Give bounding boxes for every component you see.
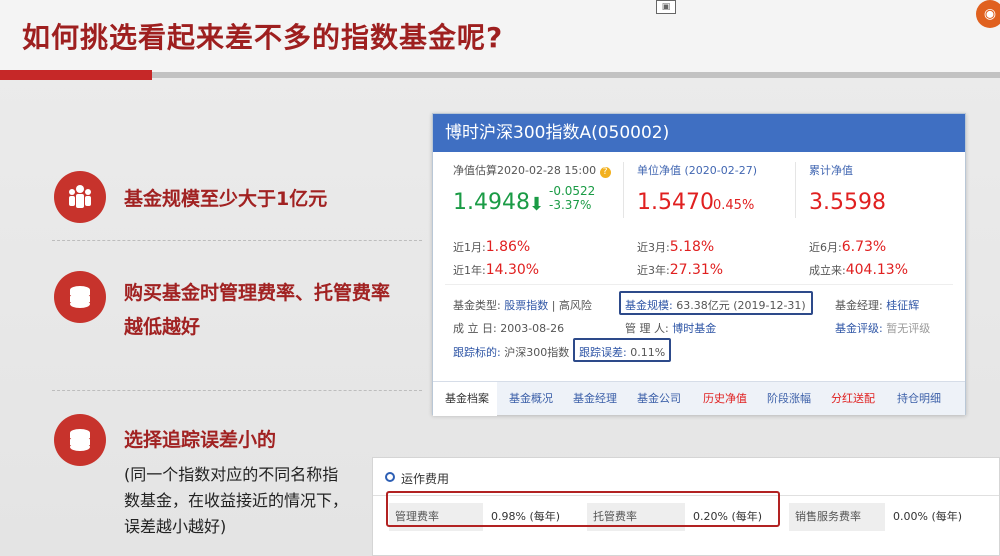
feature-scale-text: 基金规模至少大于1亿元: [124, 188, 328, 210]
column-divider: [795, 162, 796, 218]
tab-archive[interactable]: 基金档案: [433, 382, 497, 416]
return-value: 1.86%: [485, 239, 531, 255]
setup-date: 成 立 日: 2003-08-26: [453, 320, 564, 336]
return-value: 14.30%: [485, 262, 540, 278]
fund-type-label: 基金类型:: [453, 299, 501, 312]
estimate-label-text: 净值估算2020-02-28 15:00: [453, 164, 597, 177]
coins-icon: [54, 414, 106, 466]
return-label: 近3月:: [637, 241, 670, 254]
tab-overview[interactable]: 基金概况: [509, 382, 553, 416]
note-line: 数基金，在收益接近的情况下，: [124, 491, 349, 510]
section-circle-icon: [385, 472, 395, 482]
feature-error-note: (同一个指数对应的不同名称指 数基金，在收益接近的情况下， 误差越小越好): [124, 462, 368, 540]
feature-fee-text-line2: 越低越好: [124, 316, 201, 338]
cost-title: 运作费用: [401, 472, 450, 486]
return-label: 近3年:: [637, 264, 670, 277]
section-divider: [445, 284, 953, 285]
return-value: 27.31%: [669, 262, 724, 278]
return-label: 近1月:: [453, 241, 486, 254]
nav-pct: 0.45%: [713, 198, 755, 213]
nav-value: 1.5470: [637, 190, 714, 215]
acc-value: 3.5598: [809, 190, 886, 215]
title-accent-bar: [0, 70, 152, 80]
feature-separator: [52, 240, 422, 241]
note-line: 误差越小越好): [124, 517, 227, 536]
fund-rating-value: 暂无评级: [886, 322, 931, 335]
fund-tabs: 基金档案 基金概况 基金经理 基金公司 历史净值 阶段涨幅 分红送配 持仓明细: [433, 381, 965, 416]
title-divider: [152, 72, 1000, 78]
tracking-target-label[interactable]: 跟踪标的:: [453, 346, 501, 359]
scale-highlight-box: [619, 291, 813, 315]
people-icon: [54, 171, 106, 223]
return-label: 近6月:: [809, 241, 842, 254]
estimate-change-value: -0.0522: [549, 184, 596, 198]
fund-rating-label[interactable]: 基金评级:: [835, 322, 883, 335]
fund-name: 博时沪深300指数A(050002): [433, 114, 965, 152]
fund-type: 基金类型: 股票指数 | 高风险: [453, 299, 592, 312]
return-3m: 近3月:5.18%: [637, 236, 714, 255]
feature-error-text: 选择追踪误差小的: [124, 429, 277, 451]
return-1m: 近1月:1.86%: [453, 236, 530, 255]
error-highlight-box: [573, 338, 671, 362]
slide-title: 如何挑选看起来差不多的指数基金呢?: [22, 21, 504, 54]
return-since: 成立来:404.13%: [809, 259, 908, 278]
estimate-change: -0.0522 -3.37%: [549, 184, 595, 212]
tab-manager[interactable]: 基金经理: [573, 382, 617, 416]
estimate-label: 净值估算2020-02-28 15:00 ?: [453, 162, 611, 178]
tab-stage-gain[interactable]: 阶段涨幅: [767, 382, 811, 416]
column-divider: [623, 162, 624, 218]
return-value: 404.13%: [845, 262, 909, 278]
return-3y: 近3年:27.31%: [637, 259, 723, 278]
fund-company-link[interactable]: 博时基金: [672, 322, 716, 335]
service-fee-value: 0.00% (每年): [887, 503, 987, 531]
help-icon[interactable]: ?: [599, 167, 611, 178]
return-1y: 近1年:14.30%: [453, 259, 539, 278]
app-logo-icon: ◉: [976, 0, 1000, 28]
tab-dividend[interactable]: 分红送配: [831, 382, 875, 416]
return-label: 成立来:: [809, 264, 846, 277]
tracking-target-value: 沪深300指数: [504, 346, 570, 359]
risk-level: 高风险: [558, 299, 592, 312]
acc-label: 累计净值: [809, 164, 853, 177]
tab-history-nav[interactable]: 历史净值: [703, 382, 747, 416]
image-placeholder-icon: ▣: [656, 0, 676, 14]
return-label: 近1年:: [453, 264, 486, 277]
fund-company-label: 管 理 人:: [625, 322, 669, 335]
return-value: 5.18%: [669, 239, 715, 255]
fund-manager-label: 基金经理:: [835, 299, 883, 312]
nav-label: 单位净值 (2020-02-27): [637, 164, 758, 177]
feature-separator: [52, 390, 422, 391]
note-line: (同一个指数对应的不同名称指: [124, 465, 339, 484]
service-fee-label: 销售服务费率: [789, 503, 885, 531]
setup-date-label: 成 立 日:: [453, 322, 497, 335]
fund-type-link[interactable]: 股票指数: [504, 299, 548, 312]
tab-holdings[interactable]: 持仓明细: [897, 382, 941, 416]
feature-fee-text-line1: 购买基金时管理费率、托管费率: [124, 282, 391, 304]
estimate-value: 1.4948: [453, 190, 530, 215]
fund-manager-link[interactable]: 桂征辉: [886, 299, 919, 312]
return-6m: 近6月:6.73%: [809, 236, 886, 255]
fund-manager: 基金经理: 桂征辉: [835, 297, 919, 313]
down-arrow-icon: ⬇: [529, 194, 545, 215]
coins-icon: [54, 271, 106, 323]
fund-company: 管 理 人: 博时基金: [625, 320, 716, 336]
fee-highlight-box: [386, 491, 780, 527]
tracking-target: 跟踪标的: 沪深300指数: [453, 344, 569, 360]
tab-company[interactable]: 基金公司: [637, 382, 681, 416]
setup-date-value: 2003-08-26: [500, 322, 565, 335]
estimate-change-pct: -3.37%: [549, 198, 592, 212]
return-value: 6.73%: [841, 239, 887, 255]
fund-card: 博时沪深300指数A(050002) 净值估算2020-02-28 15:00 …: [432, 113, 966, 416]
fund-rating: 基金评级: 暂无评级: [835, 320, 930, 336]
